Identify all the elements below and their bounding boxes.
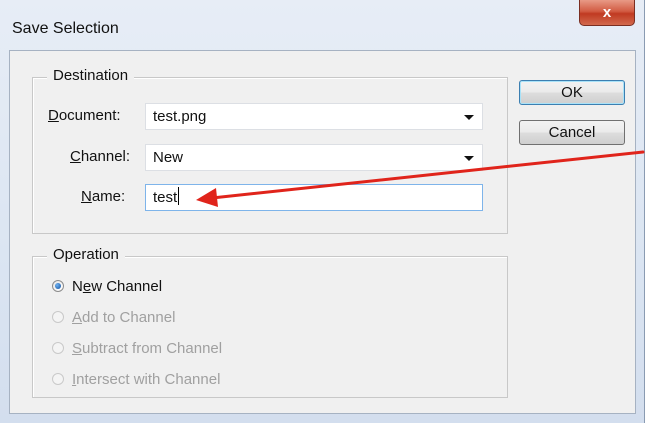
name-value: test (153, 189, 178, 206)
radio-selected-icon[interactable] (52, 280, 64, 292)
radio-add-to-channel[interactable]: Add to Channel (52, 306, 175, 328)
window-title: Save Selection (12, 20, 119, 37)
name-input[interactable]: test (145, 184, 483, 211)
close-icon: x (602, 4, 612, 21)
radio-new-channel[interactable]: New Channel (52, 275, 162, 297)
dialog-body: Destination Document: test.png Channel: … (9, 50, 636, 414)
radio-intersect-label: Intersect with Channel (72, 370, 221, 388)
destination-group-label: Destination (47, 67, 135, 84)
chevron-down-icon[interactable] (464, 156, 474, 161)
radio-icon[interactable] (52, 373, 64, 385)
radio-icon[interactable] (52, 342, 64, 354)
radio-subtract-from-channel[interactable]: Subtract from Channel (52, 337, 222, 359)
name-label: Name: (81, 188, 126, 205)
document-value: test.png (153, 108, 207, 125)
close-button[interactable]: x (579, 0, 635, 26)
document-select[interactable]: test.png (145, 103, 483, 130)
document-label: Document: (48, 107, 121, 124)
radio-add-to-channel-label: Add to Channel (72, 308, 176, 326)
ok-button[interactable]: OK (519, 80, 625, 105)
radio-new-channel-label: New Channel (72, 277, 163, 295)
channel-select[interactable]: New (145, 144, 483, 171)
operation-group-label: Operation (47, 246, 125, 263)
save-selection-dialog: Save Selection x Destination Document: t… (0, 0, 645, 423)
channel-value: New (153, 149, 184, 166)
text-caret (178, 187, 180, 205)
chevron-down-icon[interactable] (464, 115, 474, 120)
destination-group: Destination Document: test.png Channel: … (32, 67, 508, 234)
radio-subtract-label: Subtract from Channel (72, 339, 223, 357)
title-bar: Save Selection x (0, 0, 645, 50)
radio-intersect-with-channel[interactable]: Intersect with Channel (52, 368, 220, 390)
channel-label: Channel: (70, 148, 131, 165)
radio-icon[interactable] (52, 311, 64, 323)
cancel-button[interactable]: Cancel (519, 120, 625, 145)
